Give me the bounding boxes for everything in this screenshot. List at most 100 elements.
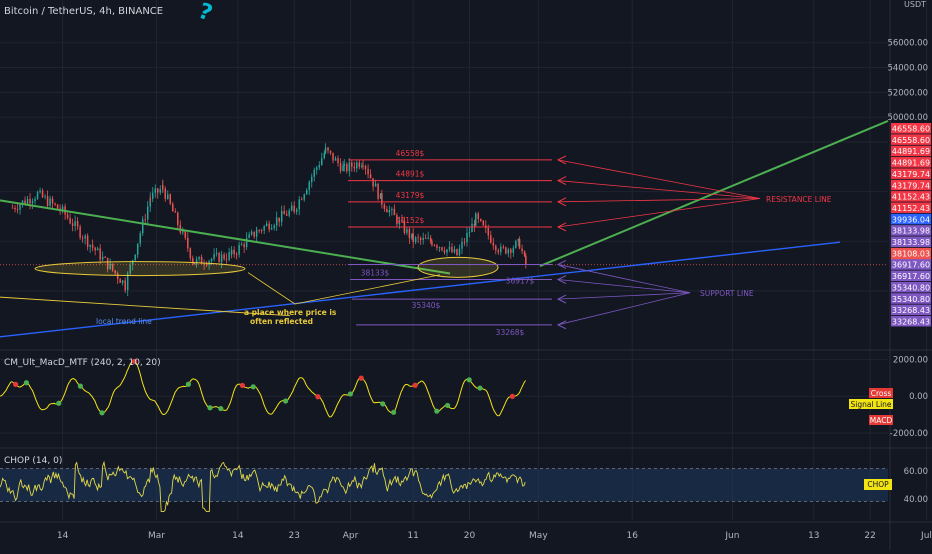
candle[interactable]: [124, 289, 126, 290]
candle[interactable]: [144, 219, 146, 220]
candle[interactable]: [256, 233, 258, 237]
candle[interactable]: [344, 164, 346, 166]
candle[interactable]: [97, 248, 99, 250]
reflection-zone-right[interactable]: [418, 257, 498, 277]
candle[interactable]: [456, 249, 458, 255]
candle[interactable]: [409, 229, 411, 238]
candle[interactable]: [182, 231, 184, 233]
candle[interactable]: [167, 194, 169, 199]
candle[interactable]: [293, 207, 295, 212]
candle[interactable]: [142, 219, 144, 233]
candle[interactable]: [324, 153, 326, 158]
candle[interactable]: [446, 249, 448, 252]
candle[interactable]: [157, 188, 159, 192]
candle[interactable]: [19, 205, 21, 210]
candle[interactable]: [365, 166, 367, 169]
candle[interactable]: [263, 226, 265, 230]
candle[interactable]: [236, 254, 238, 255]
candle[interactable]: [266, 224, 268, 227]
candle[interactable]: [362, 166, 364, 167]
candle[interactable]: [427, 238, 429, 239]
candle[interactable]: [367, 169, 369, 175]
candle[interactable]: [271, 228, 273, 230]
candle[interactable]: [515, 241, 517, 248]
candle[interactable]: [377, 184, 379, 199]
candle[interactable]: [12, 208, 14, 209]
candle[interactable]: [268, 224, 270, 230]
candle[interactable]: [47, 196, 49, 205]
candle[interactable]: [149, 198, 151, 199]
chop-indicator-title[interactable]: CHOP (14, 0): [4, 456, 62, 466]
candle[interactable]: [454, 249, 456, 252]
candle[interactable]: [439, 247, 441, 248]
candle[interactable]: [223, 254, 225, 259]
candle[interactable]: [84, 236, 86, 239]
candle[interactable]: [187, 238, 189, 249]
candle[interactable]: [332, 153, 334, 161]
candle[interactable]: [354, 167, 356, 169]
candle[interactable]: [389, 210, 391, 212]
candle[interactable]: [406, 229, 408, 233]
candle[interactable]: [498, 250, 500, 252]
candle[interactable]: [508, 249, 510, 253]
candle[interactable]: [480, 219, 482, 221]
candle[interactable]: [337, 158, 339, 163]
candle[interactable]: [495, 246, 497, 251]
candle[interactable]: [431, 242, 433, 246]
candle[interactable]: [152, 193, 154, 199]
candle[interactable]: [296, 209, 298, 212]
candle[interactable]: [381, 193, 383, 204]
candle[interactable]: [139, 233, 141, 243]
candle[interactable]: [505, 247, 507, 253]
candle[interactable]: [311, 177, 313, 182]
candle[interactable]: [342, 166, 344, 171]
candle[interactable]: [192, 258, 194, 262]
candle[interactable]: [14, 208, 16, 209]
symbol-title[interactable]: Bitcoin / TetherUS, 4h, BINANCE: [4, 6, 163, 17]
candle[interactable]: [441, 247, 443, 250]
candle[interactable]: [444, 250, 446, 252]
candle[interactable]: [471, 224, 473, 232]
candle[interactable]: [177, 213, 179, 225]
candle[interactable]: [524, 251, 526, 256]
candle[interactable]: [430, 238, 432, 242]
candle[interactable]: [286, 214, 288, 215]
candle[interactable]: [281, 211, 283, 222]
candle[interactable]: [104, 257, 106, 258]
candle[interactable]: [425, 238, 427, 239]
candle[interactable]: [185, 231, 187, 238]
candle[interactable]: [248, 234, 250, 238]
candle[interactable]: [170, 194, 172, 203]
candle[interactable]: [434, 245, 436, 246]
candle[interactable]: [288, 211, 290, 216]
candle[interactable]: [134, 255, 136, 261]
candle[interactable]: [228, 252, 230, 260]
candle[interactable]: [464, 242, 466, 243]
candle[interactable]: [301, 199, 303, 200]
candle[interactable]: [122, 280, 124, 283]
candle[interactable]: [162, 185, 164, 188]
candle[interactable]: [422, 238, 424, 240]
candle[interactable]: [335, 158, 337, 160]
candle[interactable]: [233, 250, 235, 255]
candle[interactable]: [72, 223, 74, 226]
candle[interactable]: [340, 163, 342, 171]
candle[interactable]: [519, 239, 521, 249]
candle[interactable]: [190, 248, 192, 258]
candle[interactable]: [276, 218, 278, 226]
candle[interactable]: [32, 201, 34, 203]
candle[interactable]: [52, 199, 54, 204]
candle[interactable]: [451, 247, 453, 252]
candle[interactable]: [137, 243, 139, 254]
candle[interactable]: [459, 249, 461, 256]
candle[interactable]: [82, 238, 84, 239]
candle[interactable]: [370, 174, 372, 178]
candle[interactable]: [226, 259, 228, 260]
trading-chart[interactable]: 14Mar1423Apr1120May16Jun1322Jul56000.005…: [0, 0, 932, 550]
candle[interactable]: [165, 189, 167, 199]
candle[interactable]: [154, 188, 156, 192]
candle[interactable]: [346, 164, 348, 171]
candle[interactable]: [221, 254, 223, 262]
candle[interactable]: [34, 199, 36, 201]
candle[interactable]: [466, 233, 468, 242]
